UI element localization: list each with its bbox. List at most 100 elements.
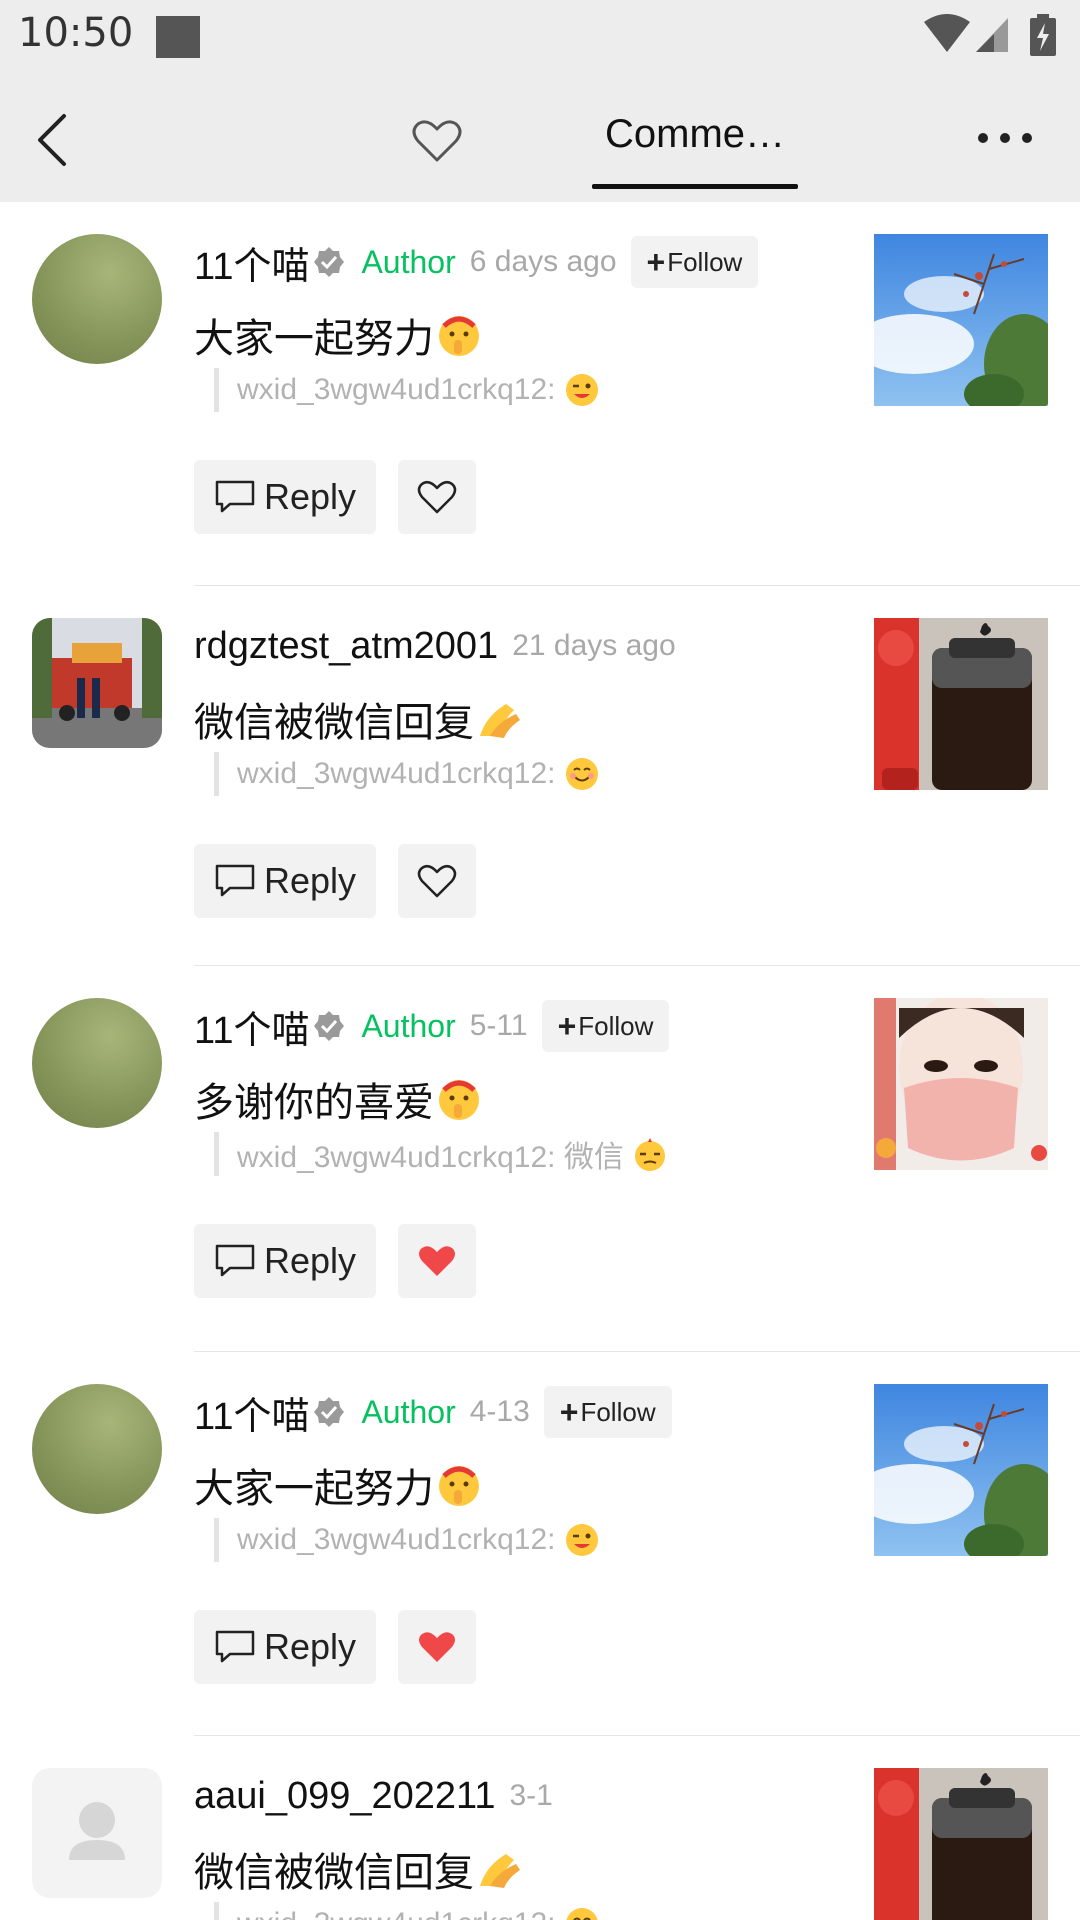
comment-text: 大家一起努力 <box>194 306 482 364</box>
comment-header: 11个喵 Author 5-11 + Follow <box>194 996 670 1056</box>
wink-emoji-icon <box>565 374 598 406</box>
reply-button[interactable]: Reply <box>194 844 376 918</box>
plus-icon: + <box>557 1007 577 1044</box>
reply-button[interactable]: Reply <box>194 1610 376 1684</box>
comment-item: aaui_099_202211 3-1 微信被微信回复 wxid_3wgw4ud… <box>0 1736 1080 1920</box>
plus-icon: + <box>646 243 666 280</box>
author-badge: Author <box>361 1007 456 1044</box>
follow-label: Follow <box>580 1396 656 1427</box>
comment-time: 4-13 <box>469 1395 530 1428</box>
comment-text-content: 多谢你的喜爱 <box>194 1080 434 1126</box>
reply-label: Reply <box>264 860 357 901</box>
tab-underline <box>592 184 798 189</box>
smile-emoji-icon <box>566 1908 598 1920</box>
avatar[interactable] <box>32 234 162 364</box>
comment-time: 3-1 <box>509 1779 553 1812</box>
username[interactable]: aaui_099_202211 <box>194 1775 496 1818</box>
comment-header: rdgztest_atm2001 21 days ago <box>194 616 676 676</box>
comment-icon <box>215 1244 255 1277</box>
follow-button[interactable]: + Follow <box>541 1000 670 1052</box>
smile-emoji-icon <box>565 758 598 790</box>
shush-emoji-icon <box>439 316 479 356</box>
heart-outline-icon <box>417 864 457 898</box>
wave-hand-emoji-icon <box>480 1854 520 1888</box>
heart-outline-icon <box>417 480 457 514</box>
post-thumbnail[interactable] <box>874 1768 1048 1920</box>
666-emoji-icon <box>634 1138 665 1171</box>
more-icon[interactable] <box>976 128 1034 148</box>
like-button[interactable] <box>398 844 476 918</box>
avatar[interactable] <box>32 998 162 1128</box>
quote-text: wxid_3wgw4ud1crkq12: 微信 <box>237 1141 624 1174</box>
quote-text: wxid_3wgw4ud1crkq12: <box>237 1523 556 1556</box>
reply-button[interactable]: Reply <box>194 460 376 534</box>
like-button[interactable] <box>398 1224 476 1298</box>
follow-label: Follow <box>667 246 743 277</box>
comment-item: rdgztest_atm2001 21 days ago 微信被微信回复 wxi… <box>0 586 1080 966</box>
quote-text: wxid_3wgw4ud1crkq12: <box>237 757 556 790</box>
comment-header: 11个喵 Author 4-13 + Follow <box>194 1382 672 1442</box>
avatar[interactable] <box>32 618 162 748</box>
status-bar: 10:50 <box>0 0 1080 78</box>
post-thumbnail[interactable] <box>874 618 1048 790</box>
back-arrow-icon[interactable] <box>30 112 80 168</box>
comment-time: 5-11 <box>469 1009 528 1042</box>
username[interactable]: 11个喵 <box>194 235 309 290</box>
post-thumbnail[interactable] <box>874 1384 1048 1556</box>
sky-tree-image <box>874 1384 1048 1556</box>
mask-face-image <box>874 998 1048 1170</box>
heart-outline-icon[interactable] <box>412 116 462 166</box>
follow-button[interactable]: + Follow <box>543 1386 672 1438</box>
author-badge: Author <box>361 243 456 280</box>
top-nav-bar: Comme… <box>0 78 1080 202</box>
comment-header: aaui_099_202211 3-1 <box>194 1766 553 1826</box>
comment-time: 6 days ago <box>469 245 617 278</box>
reply-label: Reply <box>264 1626 357 1667</box>
comment-text: 大家一起努力 <box>194 1456 482 1514</box>
tab-comments-label: Comme… <box>604 112 786 156</box>
reply-label: Reply <box>264 1240 357 1281</box>
wink-emoji-icon <box>565 1524 598 1556</box>
quoted-reply[interactable]: wxid_3wgw4ud1crkq12: 微信 <box>214 1132 668 1176</box>
username[interactable]: 11个喵 <box>194 999 309 1054</box>
like-button[interactable] <box>398 1610 476 1684</box>
wave-hand-emoji-icon <box>480 704 520 738</box>
comment-item: 11个喵 Author 4-13 + Follow 大家一起努力 wxid_3wg… <box>0 1352 1080 1736</box>
heart-filled-icon <box>419 1246 455 1276</box>
username[interactable]: rdgztest_atm2001 <box>194 625 498 668</box>
quoted-reply[interactable]: wxid_3wgw4ud1crkq12: <box>214 368 600 412</box>
comment-text-content: 大家一起努力 <box>194 1466 434 1512</box>
comment-icon <box>215 480 255 513</box>
comment-item: 11个喵 Author 5-11 + Follow 多谢你的喜爱 wxid_3wg… <box>0 966 1080 1352</box>
reply-label: Reply <box>264 476 357 517</box>
comment-text: 多谢你的喜爱 <box>194 1070 482 1128</box>
heart-filled-icon <box>419 1632 455 1662</box>
avatar[interactable] <box>32 1768 162 1898</box>
post-thumbnail[interactable] <box>874 998 1048 1170</box>
comment-text-content: 微信被微信回复 <box>194 1850 474 1896</box>
quoted-reply[interactable]: wxid_3wgw4ud1crkq12: <box>214 1518 600 1562</box>
status-icons <box>924 14 1064 58</box>
comment-time: 21 days ago <box>512 629 676 662</box>
plus-icon: + <box>559 1393 579 1430</box>
follow-button[interactable]: + Follow <box>630 236 759 288</box>
shush-emoji-icon <box>439 1466 479 1506</box>
username[interactable]: 11个喵 <box>194 1385 309 1440</box>
comment-icon <box>215 864 255 897</box>
user-placeholder-icon <box>69 1802 125 1860</box>
comment-header: 11个喵 Author 6 days ago + Follow <box>194 232 759 292</box>
cup-fan-image <box>874 618 1048 790</box>
verified-icon <box>314 247 345 277</box>
shush-emoji-icon <box>439 1080 479 1120</box>
tab-comments[interactable]: Comme… <box>592 78 798 202</box>
verified-icon <box>314 1011 345 1041</box>
reply-button[interactable]: Reply <box>194 1224 376 1298</box>
avatar[interactable] <box>32 1384 162 1514</box>
post-thumbnail[interactable] <box>874 234 1048 406</box>
comment-text: 微信被微信回复 <box>194 690 522 748</box>
verified-icon <box>314 1397 345 1427</box>
quoted-reply[interactable]: wxid_3wgw4ud1crkq12: <box>214 752 600 796</box>
comment-item: 11个喵 Author 6 days ago + Follow 大家一起努力 wx… <box>0 202 1080 586</box>
like-button[interactable] <box>398 460 476 534</box>
quoted-reply[interactable]: wxid_3wgw4ud1crkq12: <box>214 1902 600 1920</box>
